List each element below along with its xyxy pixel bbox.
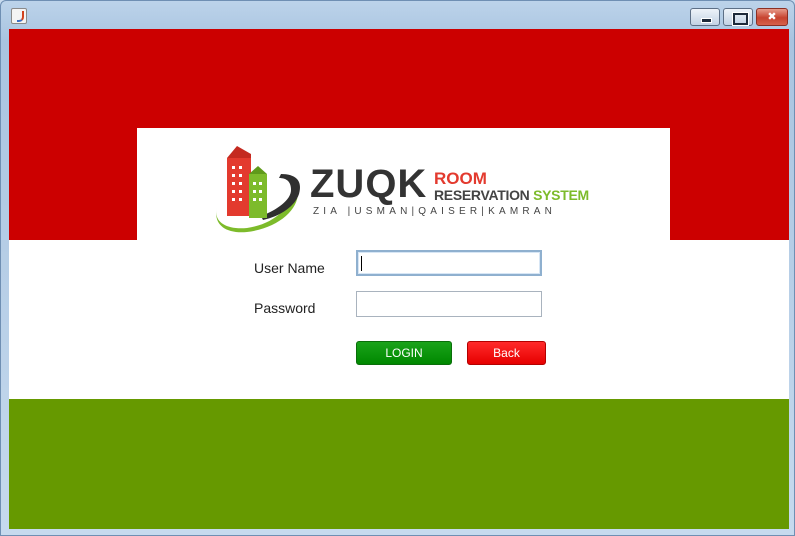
text-caret: [361, 256, 362, 271]
password-label: Password: [254, 300, 316, 316]
brand-system-text: SYSTEM: [533, 187, 589, 203]
login-panel: ZUQK ROOM RESERVATION SYSTEM ZIA |USMAN|…: [9, 29, 789, 529]
username-label: User Name: [254, 260, 325, 276]
login-button[interactable]: LOGIN: [356, 341, 452, 365]
close-icon[interactable]: [756, 8, 788, 26]
bottom-banner-band: [9, 399, 789, 529]
brand-room-text: ROOM: [434, 169, 487, 188]
minimize-icon[interactable]: [690, 8, 720, 26]
brand-reservation-text: RESERVATION: [434, 187, 530, 203]
username-input[interactable]: [356, 250, 542, 276]
maximize-icon[interactable]: [723, 8, 753, 26]
application-window: ZUQK ROOM RESERVATION SYSTEM ZIA |USMAN|…: [0, 0, 795, 536]
brand-authors: ZIA |USMAN|QAISER|KAMRAN: [313, 206, 557, 217]
logo-panel: ZUQK ROOM RESERVATION SYSTEM ZIA |USMAN|…: [137, 128, 670, 241]
java-cup-icon[interactable]: [11, 8, 27, 24]
brand-name: ZUQK: [310, 162, 428, 206]
brand-subtitle: RESERVATION SYSTEM: [434, 187, 589, 203]
buildings-logo-icon: [216, 146, 301, 233]
back-button[interactable]: Back: [467, 341, 546, 365]
password-input[interactable]: [356, 291, 542, 317]
title-bar[interactable]: [1, 1, 794, 29]
